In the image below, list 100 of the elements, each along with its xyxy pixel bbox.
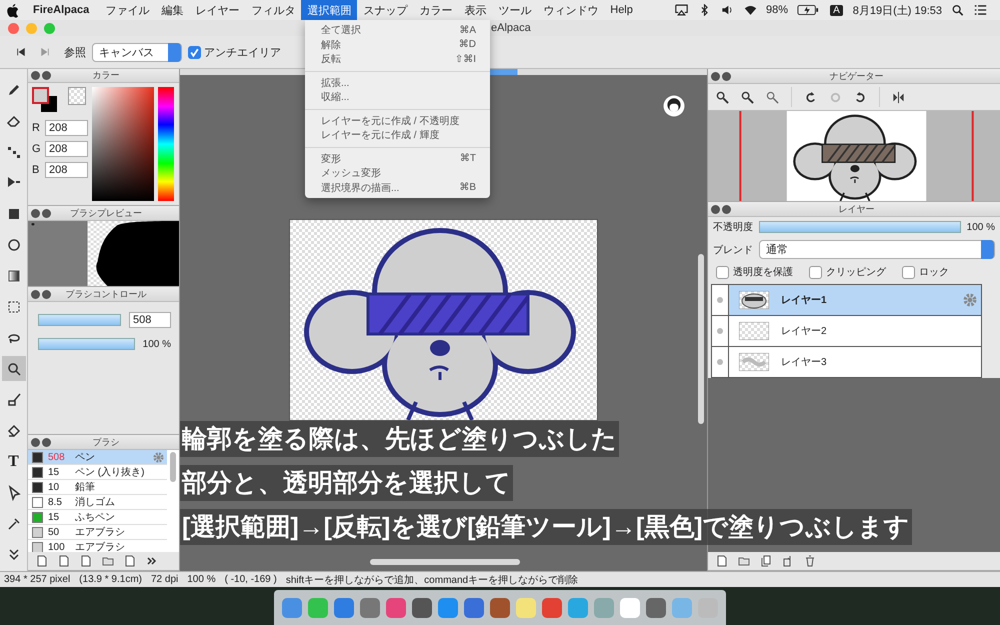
brush-row[interactable]: 15 ふちペン <box>28 510 167 525</box>
layer-row[interactable]: レイヤー1 <box>712 285 981 316</box>
copy-icon[interactable] <box>760 555 772 567</box>
volume-icon[interactable] <box>721 4 734 16</box>
brush-row[interactable]: 15 ペン (入り抜き) <box>28 465 167 480</box>
collapse-panel-button[interactable] <box>42 438 51 446</box>
battery-icon[interactable] <box>797 4 820 16</box>
channel-field[interactable]: 208 <box>45 162 88 178</box>
document-icon[interactable] <box>36 555 48 567</box>
close-panel-button[interactable] <box>711 204 720 214</box>
wifi-icon[interactable] <box>744 4 758 16</box>
brush-row[interactable]: 508 ペン <box>28 450 167 465</box>
collapse-panel-button[interactable] <box>42 208 51 218</box>
option-checkbox[interactable] <box>716 266 729 278</box>
zoom-out-icon[interactable] <box>741 90 754 104</box>
document-icon[interactable] <box>716 555 728 567</box>
menu-item[interactable]: ツール <box>492 0 538 20</box>
color-swatches[interactable] <box>32 87 58 113</box>
menu-item[interactable]: 表示 <box>458 0 492 20</box>
navigator-drawing[interactable] <box>708 111 1000 201</box>
collapse-panel-button[interactable] <box>42 290 51 298</box>
menu-item[interactable]: ファイル <box>99 0 156 20</box>
vertical-scrollbar[interactable] <box>698 254 704 424</box>
trash-icon[interactable] <box>804 555 816 567</box>
menu-option[interactable]: 全て選択 ⌘A <box>305 23 490 38</box>
menu-option[interactable]: 拡張... <box>305 76 490 90</box>
zoom-in-icon[interactable] <box>716 90 729 104</box>
panel-title: ナビゲーター <box>828 70 884 82</box>
menu-option[interactable]: 収縮... <box>305 90 490 104</box>
apple-icon[interactable] <box>6 2 19 18</box>
clock[interactable]: 8月19日(土) 19:53 <box>852 2 942 18</box>
close-panel-button[interactable] <box>31 208 40 218</box>
transparent-swatch[interactable] <box>68 87 86 105</box>
close-panel-button[interactable] <box>31 71 40 80</box>
menu-option[interactable]: レイヤーを元に作成 / 不透明度 <box>305 114 490 128</box>
app-icon[interactable] <box>490 598 510 618</box>
menu-option[interactable]: 解除 ⌘D <box>305 38 490 52</box>
layer-row[interactable]: レイヤー2 <box>712 316 981 347</box>
reference-select[interactable]: キャンバス <box>92 42 182 62</box>
list-icon[interactable] <box>974 4 987 16</box>
menu-item[interactable]: ウィンドウ <box>537 0 604 20</box>
menu-option[interactable]: レイヤーを元に作成 / 輝度 <box>305 128 490 142</box>
avatar-icon[interactable] <box>663 95 685 117</box>
brush-row[interactable]: 10 鉛筆 <box>28 480 167 495</box>
channel-field[interactable]: 208 <box>45 120 88 136</box>
folder-icon[interactable] <box>738 555 750 567</box>
color-picker-gradient[interactable] <box>92 87 154 201</box>
visibility-toggle[interactable] <box>717 359 723 365</box>
option-checkbox[interactable] <box>809 266 822 278</box>
app-menu[interactable]: FireAlpaca <box>33 4 90 16</box>
collapse-panel-button[interactable] <box>42 71 51 80</box>
menu-item[interactable]: Help <box>604 1 639 19</box>
channel-field[interactable]: 208 <box>45 141 88 157</box>
menu-item[interactable]: 選択範囲 <box>301 0 358 20</box>
app-icon[interactable] <box>646 598 666 618</box>
horizontal-scrollbar[interactable] <box>370 559 520 565</box>
input-source-badge[interactable]: A <box>830 4 843 16</box>
menu-option[interactable]: メッシュ変形 <box>305 166 490 180</box>
menu-option[interactable]: 選択境界の描画... ⌘B <box>305 180 490 195</box>
document-icon[interactable] <box>80 555 92 567</box>
brush-row[interactable]: 8.5 消しゴム <box>28 495 167 510</box>
collapse-panel-button[interactable] <box>722 72 731 80</box>
visibility-toggle[interactable] <box>717 297 723 303</box>
collapse-panel-button[interactable] <box>722 204 731 214</box>
option-checkbox[interactable] <box>902 266 915 278</box>
status-text: ( -10, -169 ) <box>224 574 277 585</box>
flip-icon[interactable] <box>892 90 905 104</box>
menu-item[interactable]: スナップ <box>357 0 414 20</box>
menu-option[interactable]: 反転 ⇧⌘I <box>305 52 490 66</box>
menu-item[interactable]: カラー <box>413 0 458 20</box>
app-icon[interactable] <box>412 598 432 618</box>
close-panel-button[interactable] <box>31 438 40 446</box>
layer-row[interactable]: レイヤー3 <box>712 347 981 377</box>
document-icon[interactable] <box>124 555 136 567</box>
size-field[interactable]: 508 <box>129 312 171 328</box>
search-icon[interactable] <box>951 4 964 16</box>
double-chevron-icon[interactable] <box>146 555 158 567</box>
menu-option[interactable]: 変形 ⌘T <box>305 152 490 166</box>
zoom-reset-icon[interactable] <box>766 90 779 104</box>
menu-item[interactable]: 編集 <box>155 0 190 20</box>
previous-icon[interactable] <box>16 47 26 57</box>
app-icon[interactable] <box>360 598 380 618</box>
scrollbar[interactable] <box>170 452 176 482</box>
text-tool[interactable]: T <box>2 449 26 474</box>
antialias-checkbox[interactable] <box>188 46 201 58</box>
menu-item[interactable]: レイヤー <box>189 0 246 20</box>
menu-item[interactable]: フィルタ <box>245 0 302 20</box>
airplay-icon[interactable] <box>675 4 688 16</box>
brush-row[interactable]: 50 エアブラシ <box>28 525 167 540</box>
close-panel-button[interactable] <box>31 290 40 298</box>
app-icon[interactable] <box>464 598 484 618</box>
tool-button[interactable] <box>2 356 26 381</box>
visibility-toggle[interactable] <box>717 328 723 334</box>
rotate-left-icon[interactable] <box>804 90 817 104</box>
blend-select[interactable]: 通常 <box>759 240 995 259</box>
magnifier-icon <box>6 360 22 376</box>
close-panel-button[interactable] <box>711 72 720 80</box>
document-icon[interactable] <box>58 555 70 567</box>
rotate-right-icon[interactable] <box>854 90 867 104</box>
folder-icon[interactable] <box>102 555 114 567</box>
